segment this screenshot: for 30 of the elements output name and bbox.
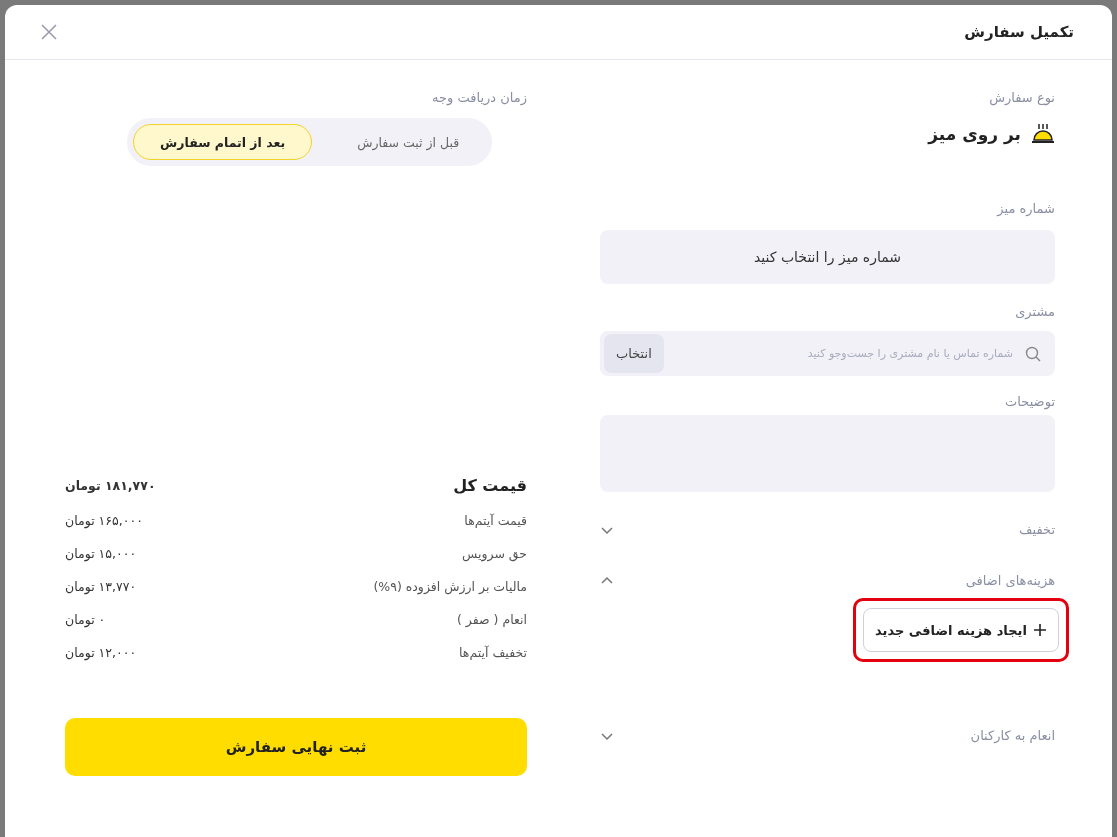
summary-label: مالیات بر ارزش افزوده (۹%)	[373, 579, 527, 594]
summary-label: قیمت آیتم‌ها	[464, 513, 527, 528]
search-icon	[1025, 345, 1041, 362]
field-label: نوع سفارش	[988, 90, 1055, 105]
field-label: توضیحات	[1004, 394, 1055, 409]
summary-amount: ۱۶۵,۰۰۰ تومان	[65, 513, 143, 528]
summary-label: تخفیف آیتم‌ها	[459, 645, 527, 660]
summary-amount: ۱۲,۰۰۰ تومان	[65, 645, 137, 660]
field-label: زمان دریافت وجه	[431, 90, 527, 105]
select-button[interactable]: انتخاب	[604, 334, 664, 373]
customer-search-field[interactable]: شماره تماس یا نام مشتری را جست‌وجو کنید انتخاب	[600, 331, 1055, 376]
summary-amount: ۱۳,۷۷۰ تومان	[65, 579, 137, 594]
field-label: مشتری	[1014, 304, 1055, 319]
submit-button[interactable]: ثبت نهایی سفارش	[65, 718, 527, 776]
segment-option[interactable]: بعد از اتمام سفارش	[133, 124, 313, 160]
segment-option[interactable]: قبل از ثبت سفارش	[330, 124, 487, 160]
close-button[interactable]	[39, 22, 59, 42]
serving-dish-icon	[1031, 123, 1055, 145]
summary-amount: ۰ تومان	[65, 612, 106, 627]
order-type-value: بر روی میز	[928, 124, 1021, 144]
summary-amount: ۱۵,۰۰۰ تومان	[65, 546, 137, 561]
add-cost-button[interactable]: ایجاد هزینه اضافی جدید	[863, 608, 1059, 652]
summary-amount: ۱۸۱,۷۷۰ تومان	[65, 478, 156, 493]
summary-label: حق سرویس	[462, 546, 527, 561]
summary-label: انعام ( صفر )	[456, 612, 527, 627]
summary-label: قیمت کل	[453, 476, 527, 495]
field-label: شماره میز	[995, 201, 1055, 216]
plus-icon	[1032, 623, 1047, 637]
table-select[interactable]: شماره میز را انتخاب کنید	[600, 230, 1055, 284]
dialog-title: تکمیل سفارش	[964, 23, 1074, 41]
